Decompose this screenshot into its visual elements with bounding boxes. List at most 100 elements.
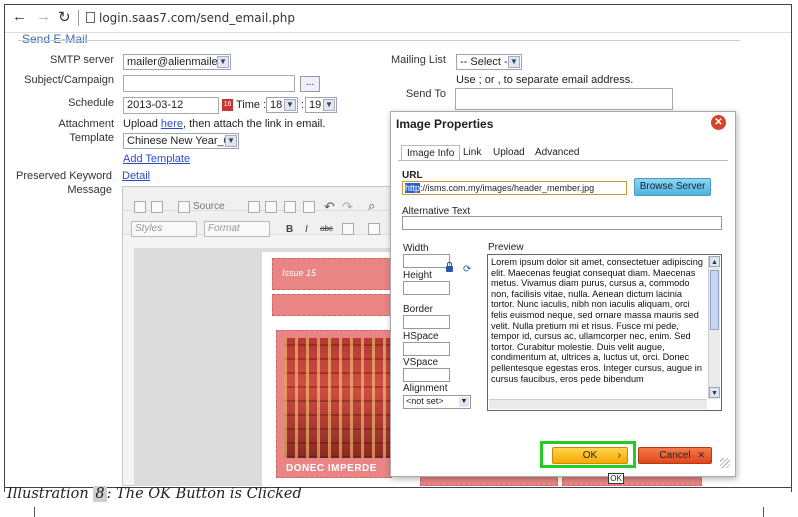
border-input[interactable] bbox=[403, 315, 450, 329]
minute-select[interactable]: 19 ▼ bbox=[305, 97, 337, 113]
chevron-down-icon: ▼ bbox=[323, 99, 335, 111]
preview-pane[interactable]: Lorem ipsum dolor sit amet, consectetuer… bbox=[487, 254, 722, 411]
close-icon[interactable]: ✕ bbox=[711, 115, 726, 130]
chevron-down-icon: ▼ bbox=[217, 56, 229, 68]
forward-icon[interactable]: → bbox=[36, 8, 51, 25]
add-template-link[interactable]: Add Template bbox=[123, 153, 190, 165]
mailing-list-select[interactable]: -- Select -- ▼ bbox=[456, 54, 522, 70]
minute-value: 19 bbox=[309, 99, 322, 111]
url-selected-text: http bbox=[405, 183, 421, 193]
vspace-input[interactable] bbox=[403, 368, 450, 382]
tab-upload[interactable]: Upload bbox=[488, 145, 530, 161]
chevron-down-icon: ▼ bbox=[459, 397, 469, 407]
caption-suffix: : The OK Button is Clicked bbox=[106, 486, 302, 502]
new-page-icon[interactable] bbox=[134, 201, 146, 213]
send-to-label: Send To bbox=[405, 88, 446, 100]
strike-button[interactable]: abc bbox=[320, 224, 333, 233]
message-label: Message bbox=[67, 184, 112, 196]
alignment-select[interactable]: <not set> ▼ bbox=[403, 395, 471, 409]
tab-link[interactable]: Link bbox=[458, 145, 486, 161]
browse-server-button[interactable]: Browse Server bbox=[634, 178, 711, 196]
chevron-down-icon: ▼ bbox=[284, 99, 296, 111]
width-input[interactable] bbox=[403, 254, 450, 268]
tab-image-info[interactable]: Image Info bbox=[401, 145, 461, 161]
cut-icon[interactable] bbox=[248, 201, 260, 213]
redo-icon[interactable]: ↷ bbox=[342, 199, 353, 215]
preview-text: Lorem ipsum dolor sit amet, consectetuer… bbox=[491, 257, 703, 384]
url-label: URL bbox=[402, 170, 423, 181]
hspace-label: HSpace bbox=[403, 331, 439, 342]
keyword-label: Preserved Keyword bbox=[16, 170, 112, 182]
schedule-label: Schedule bbox=[68, 97, 114, 109]
reload-icon[interactable]: ↻ bbox=[58, 8, 71, 26]
send-to-input[interactable] bbox=[455, 88, 673, 110]
template-select[interactable]: Chinese New Year_0 ▼ bbox=[123, 133, 239, 149]
format-select[interactable]: Format bbox=[204, 221, 270, 237]
bold-button[interactable]: B bbox=[286, 224, 293, 235]
scroll-thumb[interactable] bbox=[710, 270, 719, 330]
paste-word-icon[interactable] bbox=[303, 201, 315, 213]
time-colon: : bbox=[301, 99, 305, 111]
resize-grip-icon[interactable] bbox=[720, 458, 730, 468]
smtp-label: SMTP server bbox=[50, 54, 114, 66]
page-title: Send E-Mail bbox=[22, 32, 88, 46]
hour-select[interactable]: 18 ▼ bbox=[266, 97, 298, 113]
caption-number: 8 bbox=[93, 486, 107, 502]
hspace-input[interactable] bbox=[403, 342, 450, 356]
find-icon[interactable]: ⌕ bbox=[368, 198, 375, 214]
vspace-label: VSpace bbox=[403, 357, 439, 368]
template-nav-band bbox=[272, 294, 392, 316]
subject-picker-button[interactable]: ... bbox=[300, 76, 320, 92]
numbered-list-icon[interactable] bbox=[368, 223, 380, 235]
reset-size-icon[interactable]: ⟳ bbox=[463, 264, 471, 275]
address-bar[interactable]: login.saas7.com/send_email.php bbox=[99, 11, 295, 25]
attachment-pre: Upload bbox=[123, 118, 161, 130]
ok-button[interactable]: OK › bbox=[552, 447, 628, 464]
smtp-value: mailer@alienmailer. bbox=[127, 56, 224, 68]
calendar-icon[interactable]: 16 bbox=[222, 99, 233, 111]
scroll-down-icon[interactable]: ▼ bbox=[709, 387, 720, 398]
smtp-select[interactable]: mailer@alienmailer. ▼ bbox=[123, 54, 231, 70]
preview-icon[interactable] bbox=[151, 201, 163, 213]
chevron-down-icon: ▼ bbox=[225, 135, 237, 147]
page-margin-mark-right bbox=[763, 507, 764, 517]
frame-border-left bbox=[4, 4, 5, 492]
mailing-list-value: -- Select -- bbox=[460, 56, 512, 68]
preview-scrollbar[interactable]: ▲ ▼ bbox=[708, 256, 720, 399]
width-label: Width bbox=[403, 243, 429, 254]
paste-icon[interactable] bbox=[284, 201, 296, 213]
alt-text-input[interactable] bbox=[402, 216, 722, 230]
cancel-x-icon: ✕ bbox=[697, 450, 705, 460]
tab-advanced[interactable]: Advanced bbox=[530, 145, 584, 161]
template-banner-text: DONEC IMPERDE bbox=[286, 463, 377, 474]
styles-select[interactable]: Styles bbox=[131, 221, 197, 237]
keyword-detail-link[interactable]: Detail bbox=[122, 170, 150, 182]
italic-button[interactable]: I bbox=[305, 224, 308, 235]
template-photo bbox=[284, 338, 390, 458]
url-input[interactable]: http://isms.com.my/images/header_member.… bbox=[402, 181, 627, 195]
back-icon[interactable]: ← bbox=[12, 8, 27, 25]
template-label: Template bbox=[69, 132, 114, 144]
preview-hscrollbar[interactable] bbox=[489, 399, 707, 409]
schedule-date-input[interactable]: 2013-03-12 bbox=[123, 97, 219, 114]
undo-icon[interactable]: ↶ bbox=[324, 199, 335, 215]
border-label: Border bbox=[403, 304, 434, 315]
upload-here-link[interactable]: here bbox=[161, 118, 183, 130]
preview-label: Preview bbox=[488, 242, 524, 253]
cancel-button[interactable]: Cancel ✕ bbox=[638, 447, 712, 464]
lock-ratio-icon[interactable] bbox=[446, 262, 453, 272]
source-button[interactable]: Source bbox=[193, 201, 225, 212]
chevron-right-icon: › bbox=[617, 450, 621, 461]
scroll-up-icon[interactable]: ▲ bbox=[709, 256, 720, 267]
copy-icon[interactable] bbox=[265, 201, 277, 213]
subject-label: Subject/Campaign bbox=[24, 74, 114, 86]
mailing-list-label: Mailing List bbox=[390, 54, 446, 66]
remove-format-icon[interactable] bbox=[342, 223, 354, 235]
subject-input[interactable] bbox=[123, 75, 295, 92]
source-icon[interactable] bbox=[178, 201, 190, 213]
frame-border-right bbox=[791, 4, 792, 492]
cancel-label: Cancel bbox=[659, 450, 691, 461]
height-input[interactable] bbox=[403, 281, 450, 295]
ok-label: OK bbox=[582, 450, 598, 461]
title-divider bbox=[18, 40, 740, 41]
